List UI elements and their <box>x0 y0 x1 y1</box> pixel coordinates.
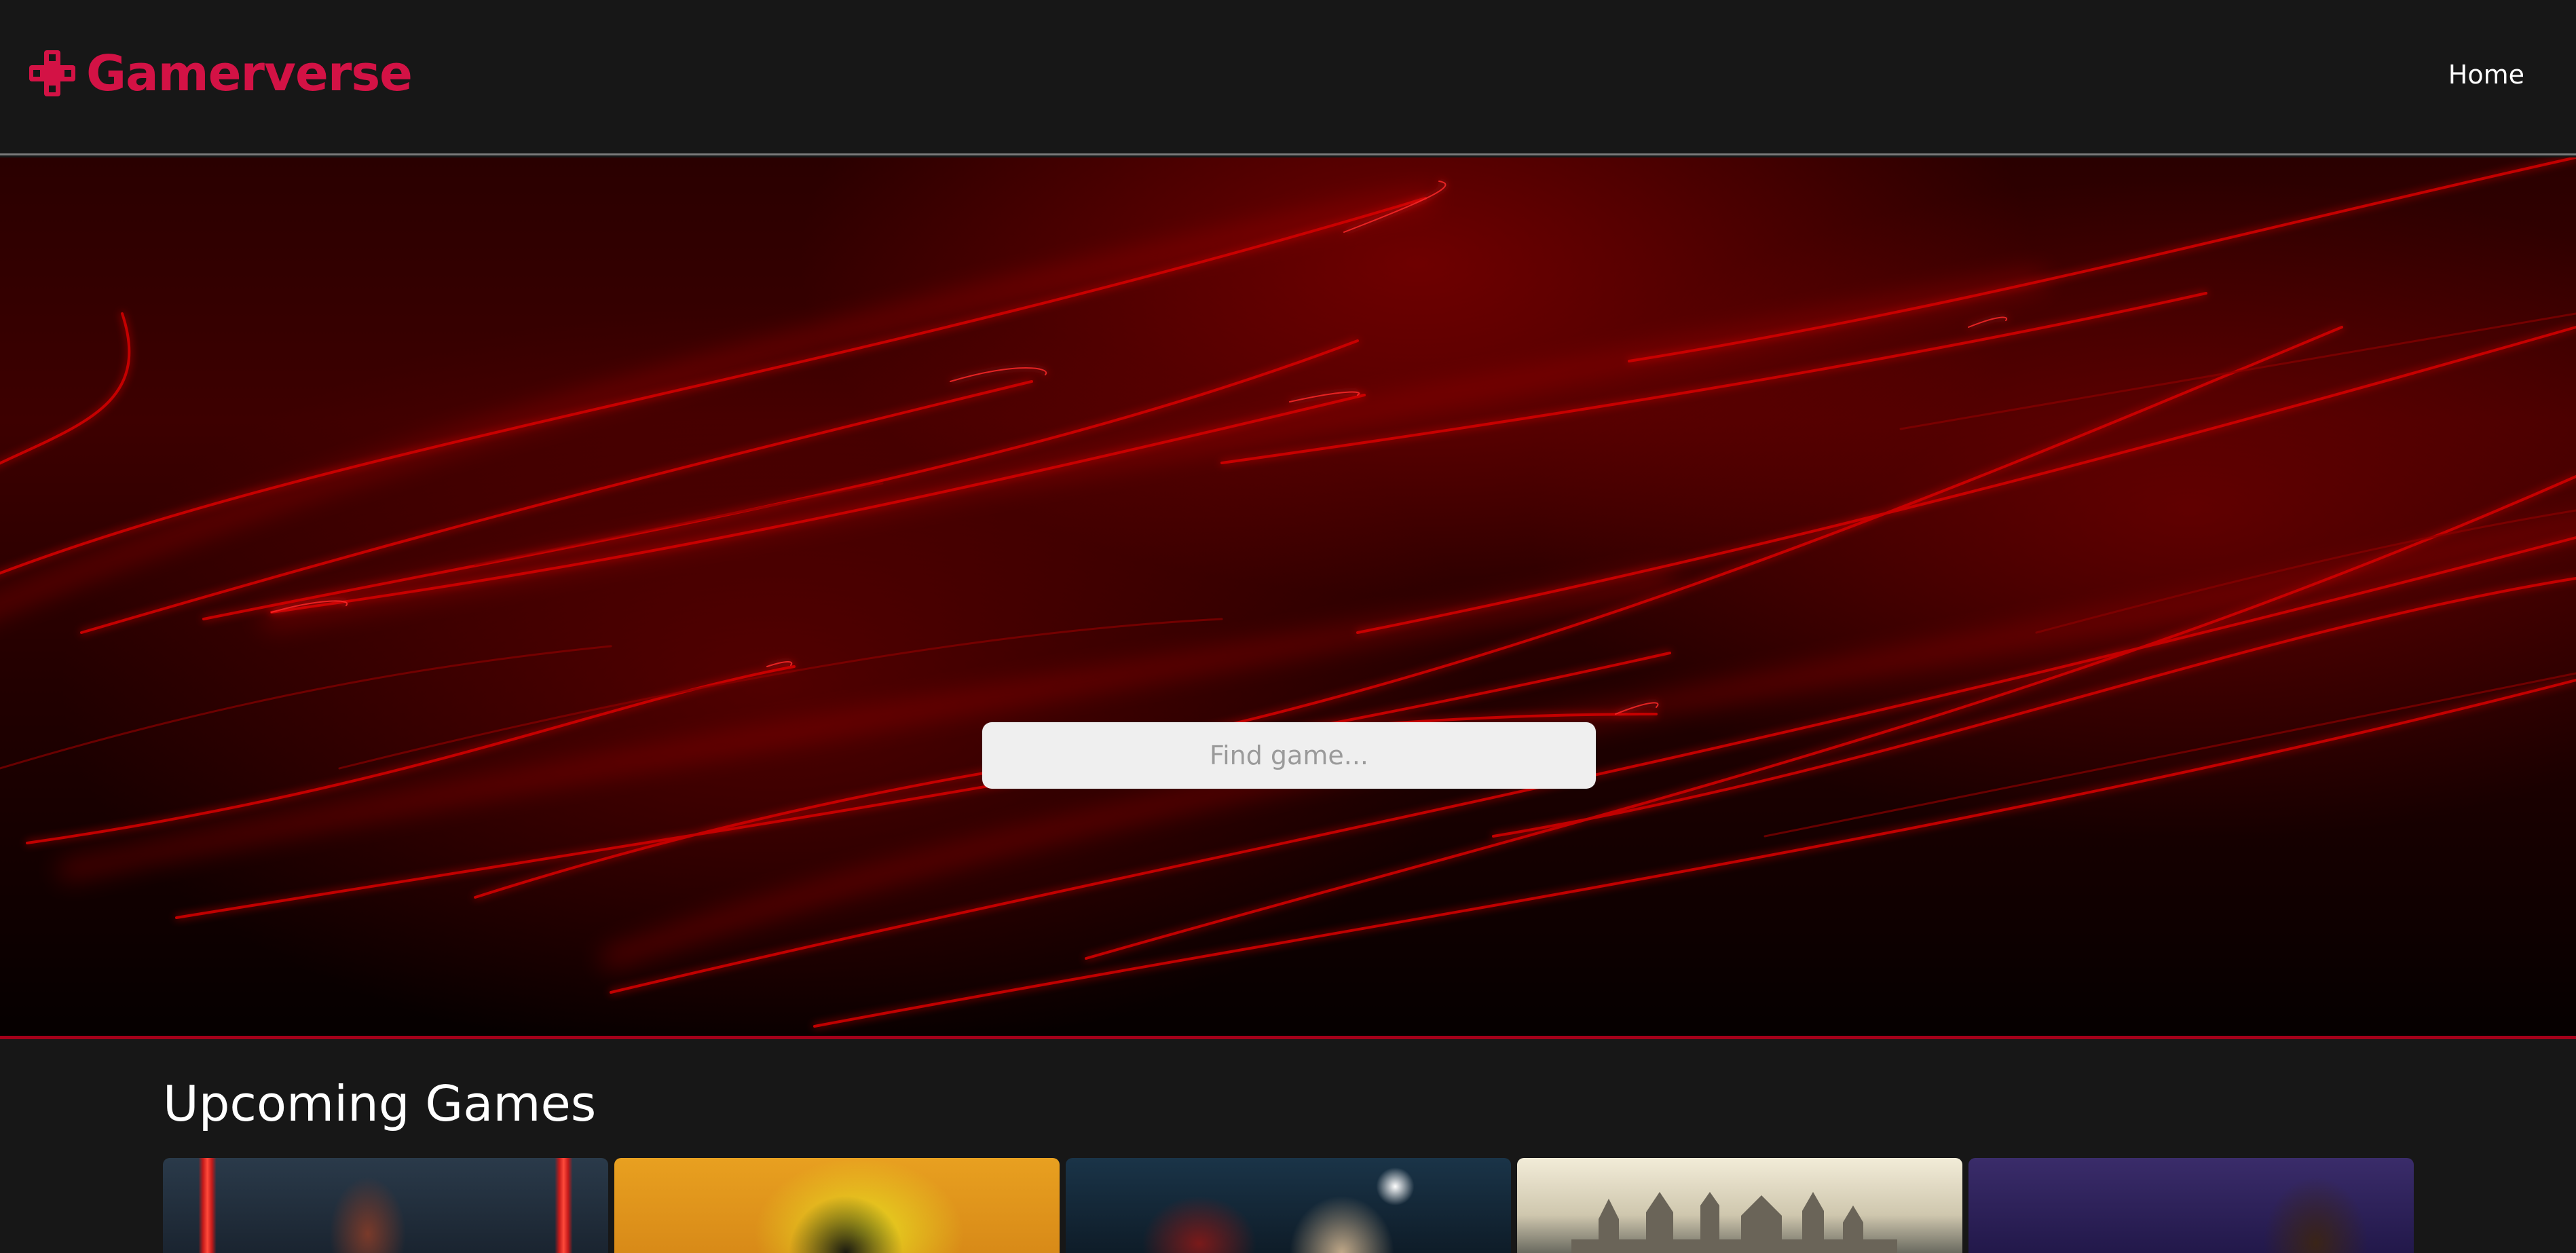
search-input[interactable] <box>982 722 1596 789</box>
game-card[interactable] <box>1517 1158 1962 1253</box>
game-card[interactable] <box>163 1158 608 1253</box>
brand-name: Gamerverse <box>86 45 413 102</box>
hero-background-swirls <box>0 157 2576 1028</box>
hero-banner <box>0 157 2576 1039</box>
top-header: Gamerverse Home <box>0 0 2576 155</box>
brand-logo[interactable]: Gamerverse <box>29 45 413 102</box>
upcoming-games-carousel <box>163 1158 2416 1253</box>
game-card[interactable] <box>1968 1158 2414 1253</box>
game-card[interactable] <box>614 1158 1060 1253</box>
gamepad-cross-icon <box>29 50 75 96</box>
game-card[interactable] <box>1066 1158 1511 1253</box>
nav-home-link[interactable]: Home <box>2448 58 2524 91</box>
section-title-upcoming-games: Upcoming Games <box>163 1075 597 1132</box>
castle-silhouette-image <box>1571 1192 1897 1253</box>
